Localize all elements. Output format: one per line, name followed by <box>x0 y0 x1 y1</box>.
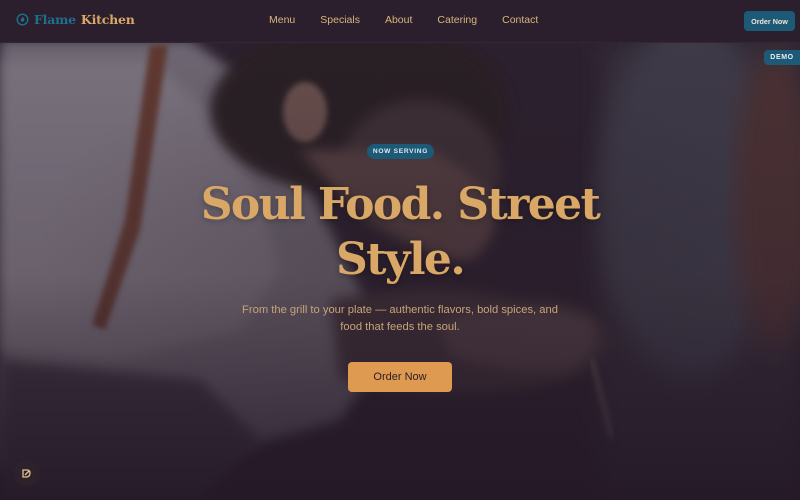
nav-link-catering[interactable]: Catering <box>437 14 477 26</box>
nav-link-specials[interactable]: Specials <box>320 14 360 26</box>
demo-badge: DEMO <box>764 50 800 65</box>
hero-order-now-button[interactable]: Order Now <box>348 362 452 392</box>
hero-section: NOW SERVING Soul Food. Street Style. Fro… <box>0 0 800 500</box>
hero-headline-line2: Style. <box>335 234 466 285</box>
brand-name-part1: Flame <box>34 12 76 27</box>
hero-subtext-line2: food that feeds the soul. <box>340 321 460 333</box>
top-navigation-bar: Flame Kitchen Menu Specials About Cateri… <box>0 0 800 43</box>
nav-link-contact[interactable]: Contact <box>502 14 538 26</box>
hero-headline: Soul Food. Street Style. <box>150 177 650 287</box>
nav-order-now-button[interactable]: Order Now <box>744 11 795 31</box>
now-serving-pill: NOW SERVING <box>367 144 434 159</box>
accessibility-widget-icon <box>22 469 31 478</box>
flame-icon <box>16 13 29 26</box>
main-menu: Menu Specials About Catering Contact <box>257 14 563 26</box>
hero-subtext-line1: From the grill to your plate — authentic… <box>242 304 558 316</box>
nav-link-about[interactable]: About <box>385 14 412 26</box>
nav-link-menu[interactable]: Menu <box>269 14 295 26</box>
hero-subtext: From the grill to your plate — authentic… <box>240 302 560 336</box>
brand-name-part2: Kitchen <box>80 12 135 27</box>
hero-headline-line1: Soul Food. Street <box>200 179 601 230</box>
brand-logo-link[interactable]: Flame Kitchen <box>16 12 135 27</box>
accessibility-widget-button[interactable] <box>14 460 40 486</box>
